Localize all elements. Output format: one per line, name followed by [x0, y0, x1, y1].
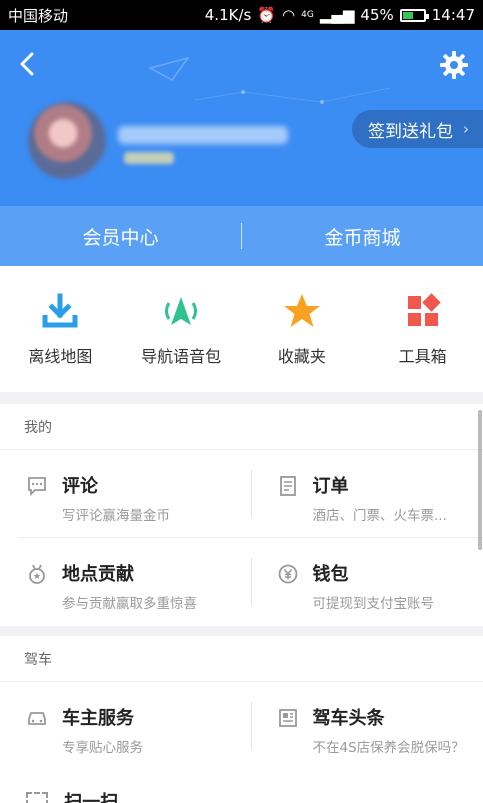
item-desc: 可提现到支付宝账号 — [312, 596, 435, 612]
medal-icon — [29, 564, 45, 584]
list-row: 车主服务 专享贴心服务 驾车头条 不在4S店保养会脱保吗？ — [18, 682, 483, 770]
network-speed: 4.1K/s — [204, 6, 252, 24]
item-title: 订单 — [312, 476, 349, 497]
toolbox-icon — [407, 293, 441, 326]
quick-tools: 离线地图 导航语音包 收藏夹 工具箱 — [0, 266, 483, 392]
item-desc: 专享贴心服务 — [62, 740, 143, 756]
item-desc: 不在4S店保养会脱保吗？ — [312, 740, 465, 756]
avatar[interactable] — [28, 102, 106, 180]
section-title-drive: 驾车 — [0, 636, 483, 682]
item-desc: 写评论赢海量金币 — [62, 508, 170, 524]
signal-icon: ▂▄▆ — [319, 6, 355, 24]
tool-label: 收藏夹 — [277, 347, 326, 366]
coin-mall-button[interactable]: 金币商城 — [242, 223, 483, 250]
profile-header: 签到送礼包 › — [0, 30, 483, 206]
tool-voice-pack[interactable]: 导航语音包 — [126, 291, 236, 367]
wifi-icon: ◠ — [282, 6, 296, 24]
clock: 14:47 — [431, 6, 475, 24]
list-row: 地点贡献 参与贡献赢取多重惊喜 钱包 可提现到支付宝账号 — [18, 538, 483, 626]
item-title: 钱包 — [312, 564, 349, 585]
status-right: 4.1K/s ⏰ ◠ 4G ▂▄▆ 45% 14:47 — [205, 6, 475, 24]
item-title: 车主服务 — [62, 708, 134, 729]
chevron-right-icon: › — [463, 120, 469, 138]
signin-label: 签到送礼包 — [368, 121, 453, 142]
member-center-button[interactable]: 会员中心 — [0, 223, 241, 250]
wallet-icon — [278, 564, 297, 584]
back-icon[interactable] — [14, 50, 42, 78]
item-car-owner-service[interactable]: 车主服务 专享贴心服务 — [18, 682, 251, 770]
item-title: 驾车头条 — [312, 708, 385, 729]
settings-gear-icon[interactable] — [439, 50, 469, 80]
item-driving-news[interactable]: 驾车头条 不在4S店保养会脱保吗？ — [250, 682, 483, 770]
tool-label: 离线地图 — [28, 347, 93, 366]
username-blurred — [118, 126, 288, 144]
order-icon — [279, 476, 296, 496]
item-comment[interactable]: 评论 写评论赢海量金币 — [18, 450, 251, 537]
tool-label: 工具箱 — [398, 347, 447, 366]
item-desc: 参与贡献赢取多重惊喜 — [62, 596, 197, 612]
alarm-icon: ⏰ — [257, 6, 277, 24]
tool-offline-map[interactable]: 离线地图 — [5, 291, 115, 367]
battery-icon — [399, 8, 429, 22]
item-wallet[interactable]: 钱包 可提现到支付宝账号 — [250, 538, 483, 626]
item-title: 扫一扫 — [64, 792, 119, 803]
item-scan-peek[interactable]: 扫一扫 — [26, 788, 118, 803]
item-desc: 酒店、门票、火车票... — [312, 508, 447, 524]
tool-toolbox[interactable]: 工具箱 — [368, 291, 478, 367]
scan-icon — [26, 792, 48, 803]
item-title: 地点贡献 — [62, 564, 134, 585]
tool-label: 导航语音包 — [141, 347, 222, 366]
item-place-contribution[interactable]: 地点贡献 参与贡献赢取多重惊喜 — [18, 538, 251, 626]
download-icon — [42, 293, 78, 328]
carrier-label: 中国移动 — [8, 6, 69, 25]
section-drive: 驾车 车主服务 专享贴心服务 驾车头条 不在4S店保养会脱保吗？ — [0, 636, 483, 803]
battery-percent: 45% — [360, 6, 394, 24]
status-bar: 中国移动 4.1K/s ⏰ ◠ 4G ▂▄▆ 45% 14:47 — [0, 0, 483, 30]
voice-navigation-icon — [165, 297, 198, 325]
car-icon — [28, 712, 46, 725]
signin-gift-button[interactable]: 签到送礼包 › — [352, 110, 483, 148]
list-row: 评论 写评论赢海量金币 订单 酒店、门票、火车票... — [18, 450, 483, 538]
news-icon — [278, 709, 297, 727]
signal-label: 4G — [301, 10, 314, 20]
member-bar: 会员中心 金币商城 — [0, 206, 483, 266]
item-title: 评论 — [62, 476, 98, 497]
scrollbar[interactable] — [478, 410, 482, 550]
section-mine: 我的 评论 写评论赢海量金币 订单 酒店、门票、火车票... 地点贡献 参与贡献… — [0, 404, 483, 626]
tool-favorites[interactable]: 收藏夹 — [247, 291, 357, 367]
user-level-blurred — [124, 152, 174, 164]
comment-icon — [28, 477, 46, 497]
item-order[interactable]: 订单 酒店、门票、火车票... — [250, 450, 483, 537]
star-icon — [283, 294, 320, 327]
section-title-mine: 我的 — [0, 404, 483, 450]
battery-fill — [402, 11, 413, 19]
